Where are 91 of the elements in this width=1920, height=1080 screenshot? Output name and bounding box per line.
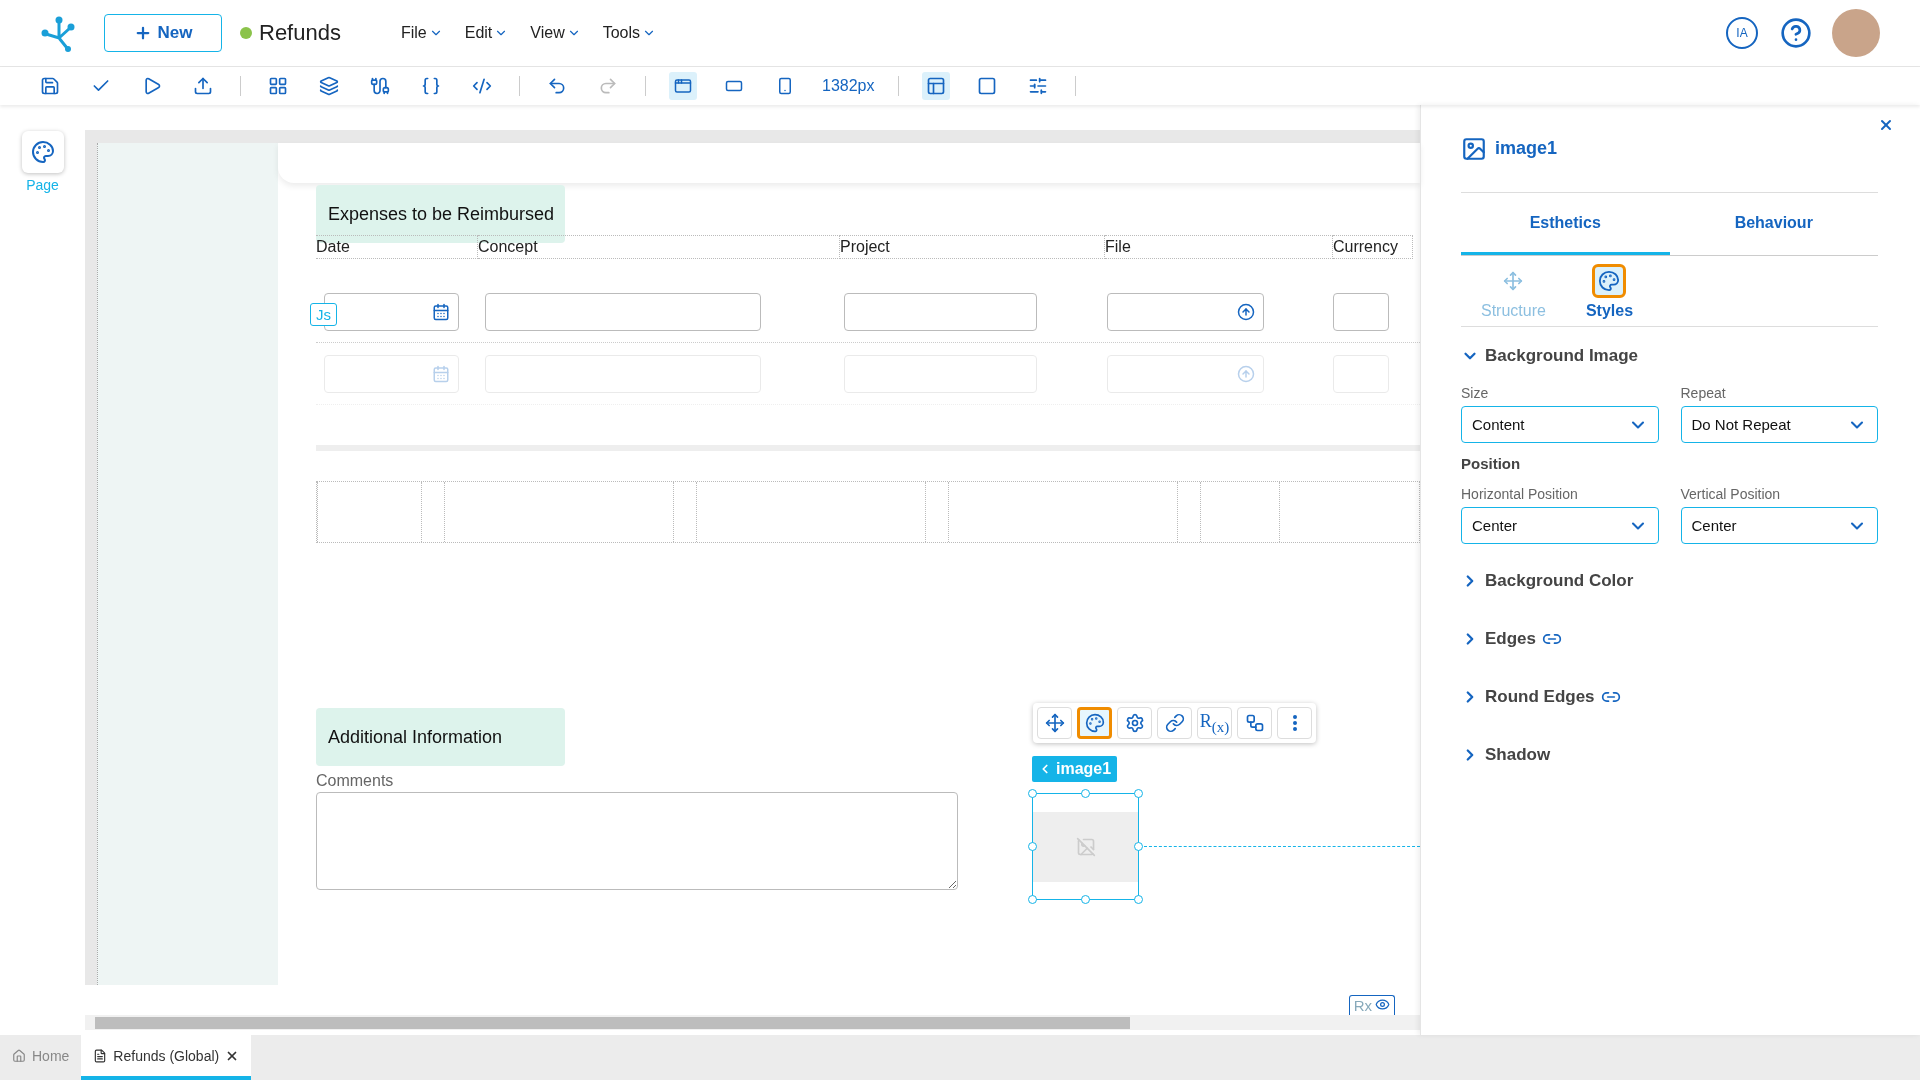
more-button[interactable] <box>1277 707 1312 739</box>
ia-button[interactable]: IA <box>1726 17 1758 49</box>
link-icon <box>1164 713 1185 733</box>
move-icon <box>1503 271 1524 291</box>
resize-handle[interactable] <box>1028 842 1037 851</box>
styles-button[interactable] <box>1077 707 1112 739</box>
palette-icon <box>1084 713 1105 733</box>
braces-icon <box>421 76 441 96</box>
palette-icon <box>30 140 55 164</box>
resize-handle[interactable] <box>1134 789 1143 798</box>
document-title: Refunds <box>259 20 341 46</box>
menu[interactable]: Edit <box>464 24 509 42</box>
calendar-icon[interactable] <box>432 302 450 321</box>
export-icon <box>193 76 213 96</box>
column-header: File <box>1105 235 1333 259</box>
resize-handle[interactable] <box>1134 895 1143 904</box>
cable-icon <box>370 76 390 96</box>
field-label: Comments <box>316 772 395 790</box>
column-header: Currency <box>1333 235 1413 259</box>
menu[interactable]: File <box>400 24 443 42</box>
resize-handle[interactable] <box>1081 789 1090 798</box>
help-icon[interactable] <box>1780 17 1812 49</box>
layout-button[interactable] <box>921 72 950 100</box>
section-header[interactable]: Round Edges <box>1461 687 1595 707</box>
input-field[interactable] <box>484 292 761 331</box>
image-icon <box>1461 135 1487 162</box>
nodes-icon <box>1244 713 1265 733</box>
move-button[interactable] <box>1037 707 1072 739</box>
gear-icon <box>1124 713 1145 733</box>
desktop-button[interactable] <box>669 72 697 100</box>
redo-icon <box>598 76 618 96</box>
resize-handle[interactable] <box>1028 789 1037 798</box>
formula-button[interactable]: R$_{(x)}$ <box>1197 707 1232 739</box>
dropdown[interactable]: Do Not Repeat <box>1680 406 1878 443</box>
input-field[interactable] <box>1332 292 1389 331</box>
resize-handle[interactable] <box>1081 895 1090 904</box>
dropdown[interactable]: Content <box>1461 406 1659 443</box>
section-header[interactable]: Edges <box>1461 629 1537 649</box>
nodes-button[interactable] <box>1237 707 1272 739</box>
image-icon <box>1075 836 1096 857</box>
comments-field[interactable] <box>316 792 958 890</box>
play-icon <box>142 76 162 96</box>
phone-icon <box>776 77 794 95</box>
palette-icon <box>1598 270 1621 292</box>
field-label: Repeat <box>1680 385 1727 401</box>
code-icon <box>472 76 492 96</box>
document-icon <box>93 1048 108 1063</box>
input-field[interactable] <box>843 292 1037 331</box>
scrollbar[interactable] <box>85 1015 1420 1030</box>
section-header[interactable]: Background Color <box>1461 571 1634 591</box>
subtab[interactable]: Styles <box>1585 264 1634 320</box>
panel-title: image1 <box>1495 138 1558 159</box>
field-label: Vertical Position <box>1680 486 1782 502</box>
width-value: 1382px <box>822 77 875 95</box>
new-button[interactable]: New <box>104 14 222 52</box>
link-button[interactable] <box>1157 707 1192 739</box>
field-label: Size <box>1461 385 1490 401</box>
undo-icon <box>547 76 567 96</box>
upload-icon[interactable] <box>1236 302 1255 321</box>
dropdown[interactable]: Center <box>1680 507 1878 544</box>
column-header: Project <box>840 235 1105 259</box>
section-header[interactable]: Background Image <box>1461 346 1639 366</box>
tab[interactable]: Behaviour <box>1669 193 1878 255</box>
close-button[interactable] <box>1878 117 1894 133</box>
frame-icon <box>976 76 997 96</box>
group-title: Position <box>1461 455 1522 472</box>
document-tab[interactable]: Refunds (Global) <box>81 1035 252 1080</box>
eye-icon <box>1375 997 1390 1012</box>
tab[interactable]: Esthetics <box>1461 193 1670 255</box>
section-header[interactable]: Shadow <box>1461 745 1551 765</box>
close-icon <box>1878 117 1894 133</box>
desktop-icon <box>674 77 692 95</box>
components-icon <box>268 76 288 96</box>
align-icon <box>1027 76 1048 96</box>
home-icon <box>12 1048 26 1063</box>
field-label: Horizontal Position <box>1461 486 1579 502</box>
layers-icon <box>319 76 339 96</box>
layout-icon <box>925 76 946 96</box>
save-icon <box>40 76 60 96</box>
move-icon <box>1044 713 1065 733</box>
settings-button[interactable] <box>1117 707 1152 739</box>
input-field[interactable] <box>1106 292 1264 331</box>
section-title: Additional Information <box>316 708 565 766</box>
menu[interactable]: View <box>530 24 581 42</box>
menu[interactable]: Tools <box>602 24 657 42</box>
status-dot <box>240 27 252 39</box>
column-header: Concept <box>478 235 840 259</box>
dropdown[interactable]: Center <box>1461 507 1659 544</box>
more-icon <box>1292 715 1297 731</box>
resize-handle[interactable] <box>1134 842 1143 851</box>
resize-handle[interactable] <box>1028 895 1037 904</box>
